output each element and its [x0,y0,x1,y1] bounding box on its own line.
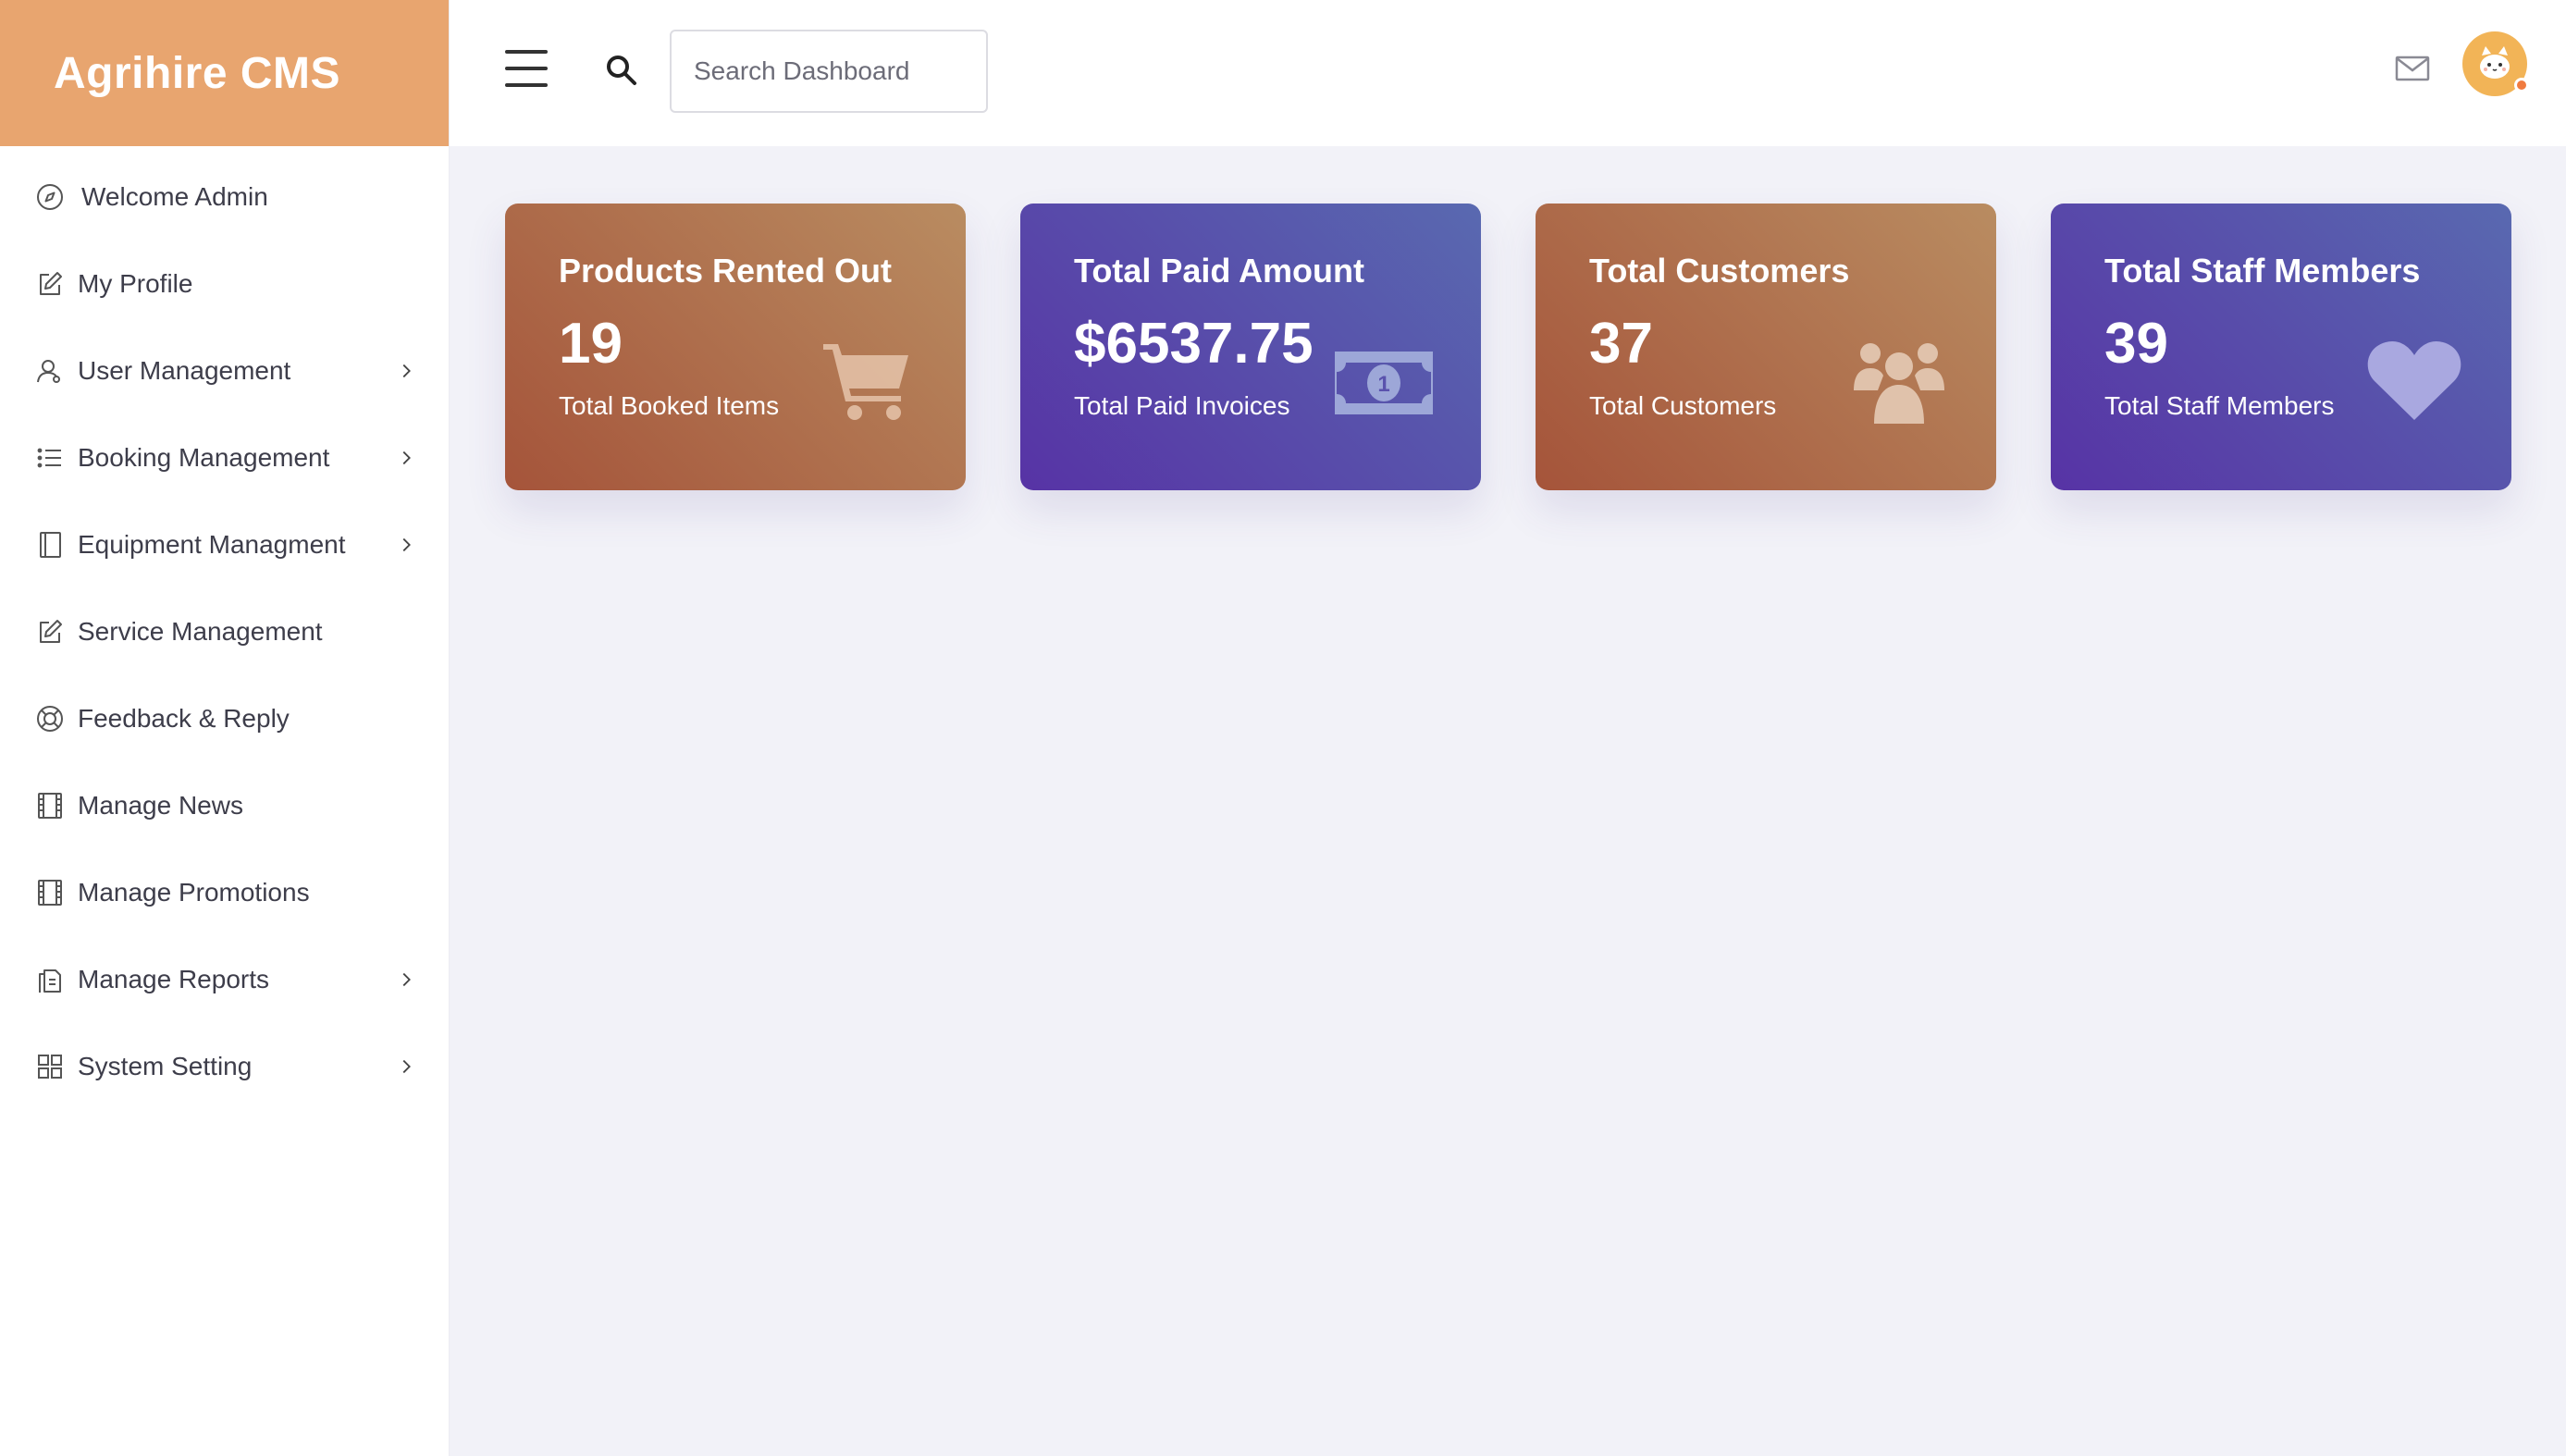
chevron-right-icon[interactable] [395,969,417,991]
stats-cards: Products Rented Out 19 Total Booked Item… [505,204,2511,490]
sidebar-item-label: Manage News [78,791,243,820]
sidebar-item-label: My Profile [78,269,193,298]
money-icon: 1 [1335,352,1433,414]
cat-avatar-icon [2480,46,2510,79]
sidebar-item-label: Manage Reports [78,965,270,993]
compass-icon [33,180,67,214]
card-total-paid-amount[interactable]: Total Paid Amount $6537.75 Total Paid In… [1020,204,1481,490]
film-icon [33,789,67,822]
card-title: Total Staff Members [2104,252,2421,290]
sidebar-item-label: User Management [78,356,291,385]
sidebar-item-booking-management[interactable]: Booking Management [0,414,449,501]
sidebar-item-equipment-management[interactable]: Equipment Managment [0,501,449,588]
card-total-staff-members[interactable]: Total Staff Members 39 Total Staff Membe… [2051,204,2511,490]
sidebar-item-system-setting[interactable]: System Setting [0,1023,449,1110]
status-dot [2514,78,2529,93]
edit-icon [33,267,67,301]
brand-title[interactable]: Agrihire CMS [54,48,340,99]
card-total-customers[interactable]: Total Customers 37 Total Customers [1536,204,1996,490]
film-icon [33,876,67,909]
menu-toggle-icon[interactable] [505,50,548,91]
sidebar-item-label: Booking Management [78,443,330,472]
sidebar-item-label: System Setting [78,1052,253,1080]
brand-header: Agrihire CMS [0,0,449,146]
sidebar-item-label: Welcome Admin [81,182,268,211]
copy-icon [33,963,67,996]
avatar[interactable] [2462,31,2529,96]
topbar [450,0,2566,146]
sidebar-item-my-profile[interactable]: My Profile [0,241,449,327]
chevron-right-icon[interactable] [395,1055,417,1078]
mail-icon[interactable] [2394,54,2431,83]
user-icon [33,354,67,388]
sidebar: Agrihire CMS Welcome Admin My Profile Us… [0,0,450,1456]
sidebar-item-label: Feedback & Reply [78,704,290,733]
app-root: Agrihire CMS Welcome Admin My Profile Us… [0,0,2566,1456]
search-icon[interactable] [603,52,640,89]
sidebar-item-label: Service Management [78,617,323,646]
card-title: Total Paid Amount [1074,252,1364,290]
lifebuoy-icon [33,702,67,735]
chevron-right-icon[interactable] [395,534,417,556]
grid-icon [33,1050,67,1083]
sidebar-item-label: Manage Promotions [78,878,310,907]
heart-icon [2367,340,2461,420]
sidebar-item-label: Equipment Managment [78,530,346,559]
sidebar-item-manage-news[interactable]: Manage News [0,762,449,849]
sidebar-item-feedback-reply[interactable]: Feedback & Reply [0,675,449,762]
users-icon [1854,343,1944,424]
sidebar-item-manage-promotions[interactable]: Manage Promotions [0,849,449,936]
sidebar-item-service-management[interactable]: Service Management [0,588,449,675]
list-icon [33,441,67,475]
sidebar-item-manage-reports[interactable]: Manage Reports [0,936,449,1023]
card-title: Total Customers [1589,252,1850,290]
sidebar-nav: Welcome Admin My Profile User Management [0,146,449,1110]
notebook-icon [33,528,67,561]
svg-text:1: 1 [1377,372,1389,397]
search-input[interactable] [670,30,988,113]
sidebar-item-user-management[interactable]: User Management [0,327,449,414]
card-title: Products Rented Out [559,252,893,290]
card-products-rented-out[interactable]: Products Rented Out 19 Total Booked Item… [505,204,966,490]
edit-icon [33,615,67,648]
cart-icon [823,344,908,420]
chevron-right-icon[interactable] [395,360,417,382]
chevron-right-icon[interactable] [395,447,417,469]
sidebar-item-welcome-admin[interactable]: Welcome Admin [0,154,449,241]
